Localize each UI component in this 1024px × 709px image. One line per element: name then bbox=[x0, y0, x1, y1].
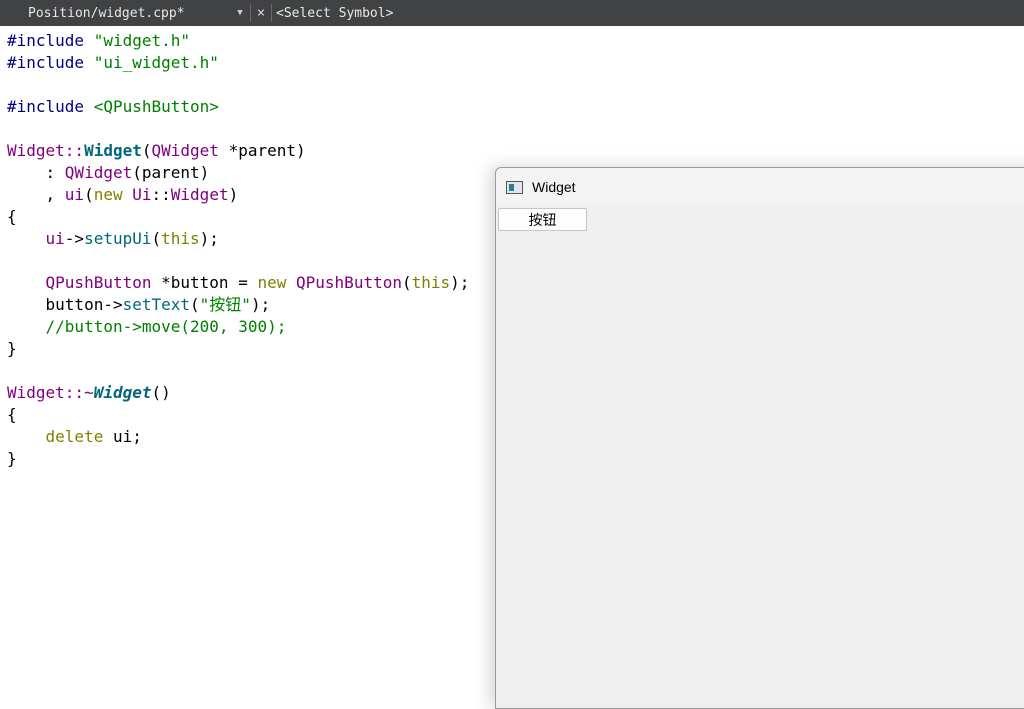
chevron-down-icon[interactable]: ▼ bbox=[230, 8, 250, 18]
punctuation: ); bbox=[250, 295, 271, 314]
include-path: <QPushButton> bbox=[93, 97, 219, 116]
brace: { bbox=[7, 405, 17, 424]
preprocessor-directive: #include bbox=[7, 31, 85, 50]
close-icon[interactable]: × bbox=[251, 5, 271, 21]
code-line: #include <QPushButton> bbox=[7, 96, 1024, 118]
namespace-name: Ui bbox=[132, 185, 152, 204]
arrow-operator: -> bbox=[64, 229, 85, 248]
scope-operator: :: bbox=[64, 141, 85, 160]
parameter: *parent) bbox=[218, 141, 306, 160]
brace: } bbox=[7, 449, 17, 468]
push-button[interactable]: 按钮 bbox=[498, 208, 587, 231]
widget-window[interactable]: Widget 按钮 bbox=[495, 167, 1024, 709]
preprocessor-directive: #include bbox=[7, 53, 85, 72]
scope-operator: :: bbox=[151, 185, 171, 204]
window-titlebar[interactable]: Widget bbox=[496, 168, 1024, 206]
keyword: this bbox=[411, 273, 451, 292]
include-path: "widget.h" bbox=[93, 31, 191, 50]
identifier: ui; bbox=[103, 427, 142, 446]
constructor-name: Widget bbox=[84, 141, 142, 160]
function-name: setupUi bbox=[84, 229, 152, 248]
document-selector[interactable]: Position/widget.cpp* bbox=[0, 6, 230, 21]
declaration: *button = bbox=[151, 273, 258, 292]
punctuation: ( bbox=[151, 229, 162, 248]
punctuation: () bbox=[151, 383, 171, 402]
punctuation: ( bbox=[141, 141, 152, 160]
string-literal: "按钮" bbox=[199, 295, 251, 314]
include-path: "ui_widget.h" bbox=[93, 53, 219, 72]
class-name: QPushButton bbox=[296, 273, 402, 292]
class-name: QWidget bbox=[64, 163, 133, 182]
keyword: this bbox=[161, 229, 200, 248]
brace: } bbox=[7, 339, 17, 358]
code-line: #include "ui_widget.h" bbox=[7, 52, 1024, 74]
identifier: button-> bbox=[7, 295, 123, 314]
class-name: Widget bbox=[7, 141, 65, 160]
indent: , bbox=[7, 185, 65, 204]
code-line: Widget::Widget(QWidget *parent) bbox=[7, 140, 1024, 162]
symbol-selector[interactable]: <Select Symbol> bbox=[272, 6, 393, 21]
window-title: Widget bbox=[532, 179, 576, 195]
class-name: Widget bbox=[7, 383, 65, 402]
function-name: setText bbox=[122, 295, 191, 314]
class-name: QPushButton bbox=[45, 273, 152, 292]
punctuation: ) bbox=[228, 185, 239, 204]
punctuation: ); bbox=[199, 229, 219, 248]
brace: { bbox=[7, 207, 17, 226]
keyword: delete bbox=[45, 427, 104, 446]
member-name: ui bbox=[64, 185, 85, 204]
preprocessor-directive: #include bbox=[7, 97, 85, 116]
editor-toolbar: Position/widget.cpp* ▼ × <Select Symbol> bbox=[0, 0, 1024, 26]
destructor-name: Widget bbox=[93, 383, 152, 402]
keyword: new bbox=[93, 185, 123, 204]
code-line: #include "widget.h" bbox=[7, 30, 1024, 52]
punctuation: ( bbox=[190, 295, 200, 314]
argument: (parent) bbox=[132, 163, 210, 182]
app-window-icon bbox=[506, 180, 523, 194]
member-name: ui bbox=[45, 229, 65, 248]
comment: //button->move(200, 300); bbox=[45, 317, 287, 336]
class-name: Widget bbox=[170, 185, 229, 204]
punctuation: ); bbox=[450, 273, 470, 292]
indent: : bbox=[7, 163, 65, 182]
keyword: new bbox=[257, 273, 287, 292]
punctuation: ( bbox=[84, 185, 94, 204]
punctuation: ( bbox=[401, 273, 412, 292]
scope-operator: ::~ bbox=[64, 383, 94, 402]
class-name: QWidget bbox=[151, 141, 219, 160]
